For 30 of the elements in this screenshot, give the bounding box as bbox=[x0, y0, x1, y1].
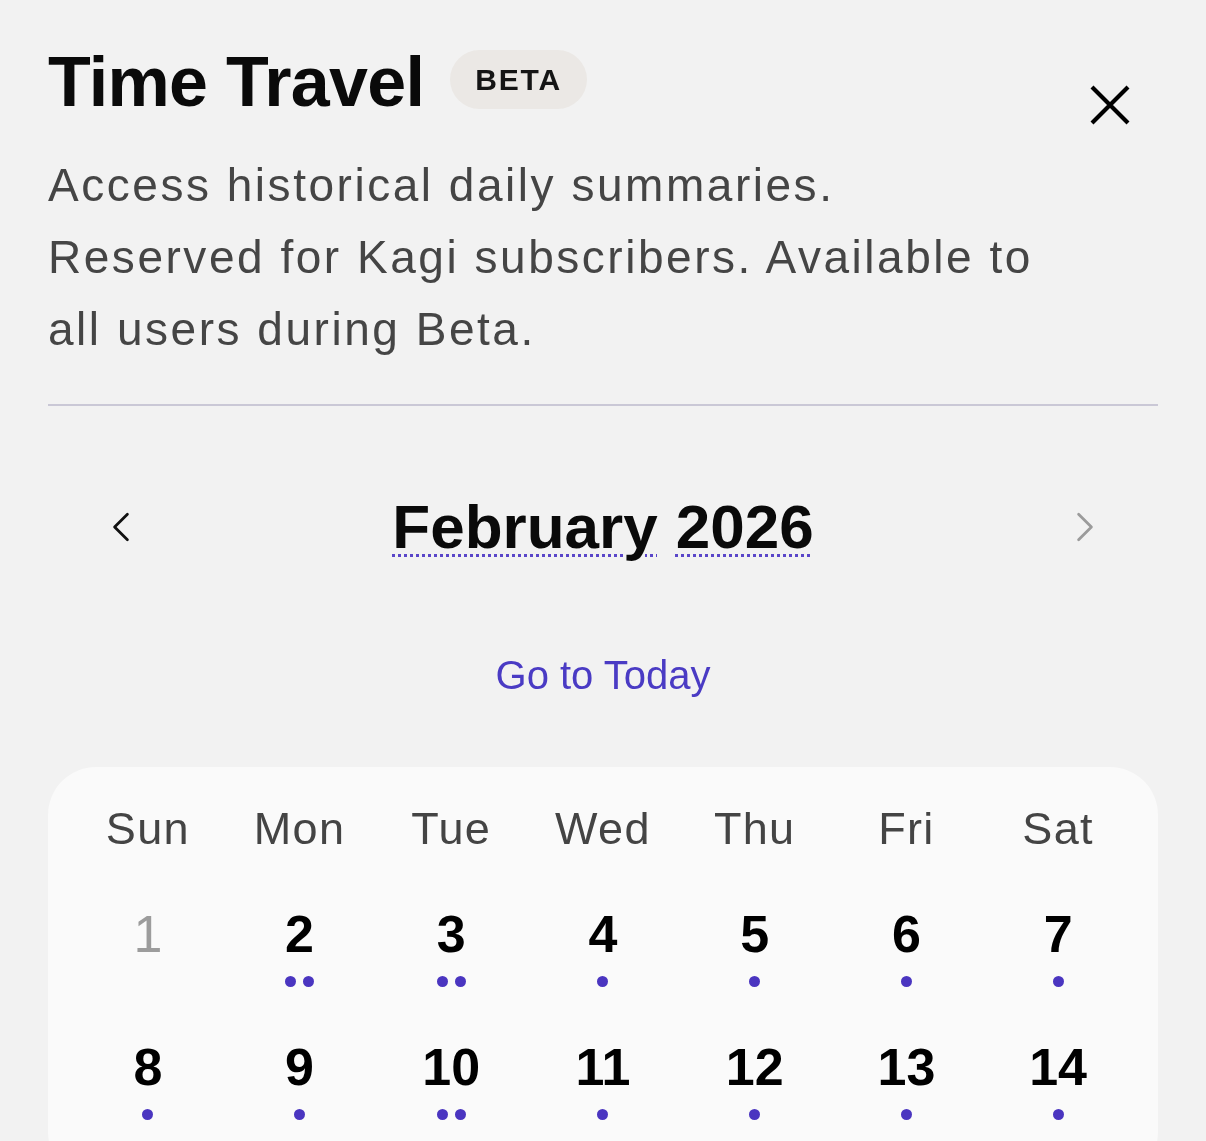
calendar-day[interactable]: 7 bbox=[1043, 904, 1073, 987]
calendar-day[interactable]: 8 bbox=[133, 1037, 163, 1120]
calendar-day[interactable]: 2 bbox=[285, 904, 315, 987]
description-text: Access historical daily summaries. bbox=[48, 158, 836, 213]
month-select[interactable]: February bbox=[392, 491, 658, 563]
calendar-day[interactable]: 10 bbox=[422, 1037, 481, 1120]
year-select[interactable]: 2026 bbox=[675, 491, 814, 563]
weekday-label: Mon bbox=[253, 805, 346, 853]
chevron-left-icon bbox=[111, 511, 131, 543]
calendar-day[interactable]: 4 bbox=[588, 904, 618, 987]
weekday-label: Sat bbox=[1022, 805, 1094, 853]
calendar-day[interactable]: 11 bbox=[575, 1037, 631, 1120]
calendar-day[interactable]: 9 bbox=[285, 1037, 314, 1120]
close-icon bbox=[1090, 85, 1130, 125]
weekday-label: Tue bbox=[411, 805, 492, 853]
calendar-day[interactable]: 12 bbox=[725, 1037, 784, 1120]
description-text: Reserved for Kagi subscribers. Available to all users during Beta. bbox=[48, 230, 1034, 357]
calendar-day[interactable]: 13 bbox=[877, 1037, 936, 1120]
weekday-label: Thu bbox=[713, 805, 796, 853]
calendar-day[interactable]: 5 bbox=[740, 904, 770, 987]
calendar-day[interactable]: 6 bbox=[891, 904, 921, 987]
weekday-label: Fri bbox=[878, 805, 935, 853]
calendar-day[interactable]: 14 bbox=[1029, 1037, 1088, 1120]
go-to-today-link[interactable]: Go to Today bbox=[495, 651, 711, 699]
calendar-day[interactable]: 3 bbox=[436, 904, 466, 987]
weekday-label: Sun bbox=[105, 805, 190, 853]
beta-badge: BETA bbox=[450, 49, 587, 109]
chevron-right-icon bbox=[1075, 511, 1095, 543]
dialog-title: Time Travel bbox=[48, 42, 425, 122]
weekday-label: Wed bbox=[555, 805, 651, 853]
